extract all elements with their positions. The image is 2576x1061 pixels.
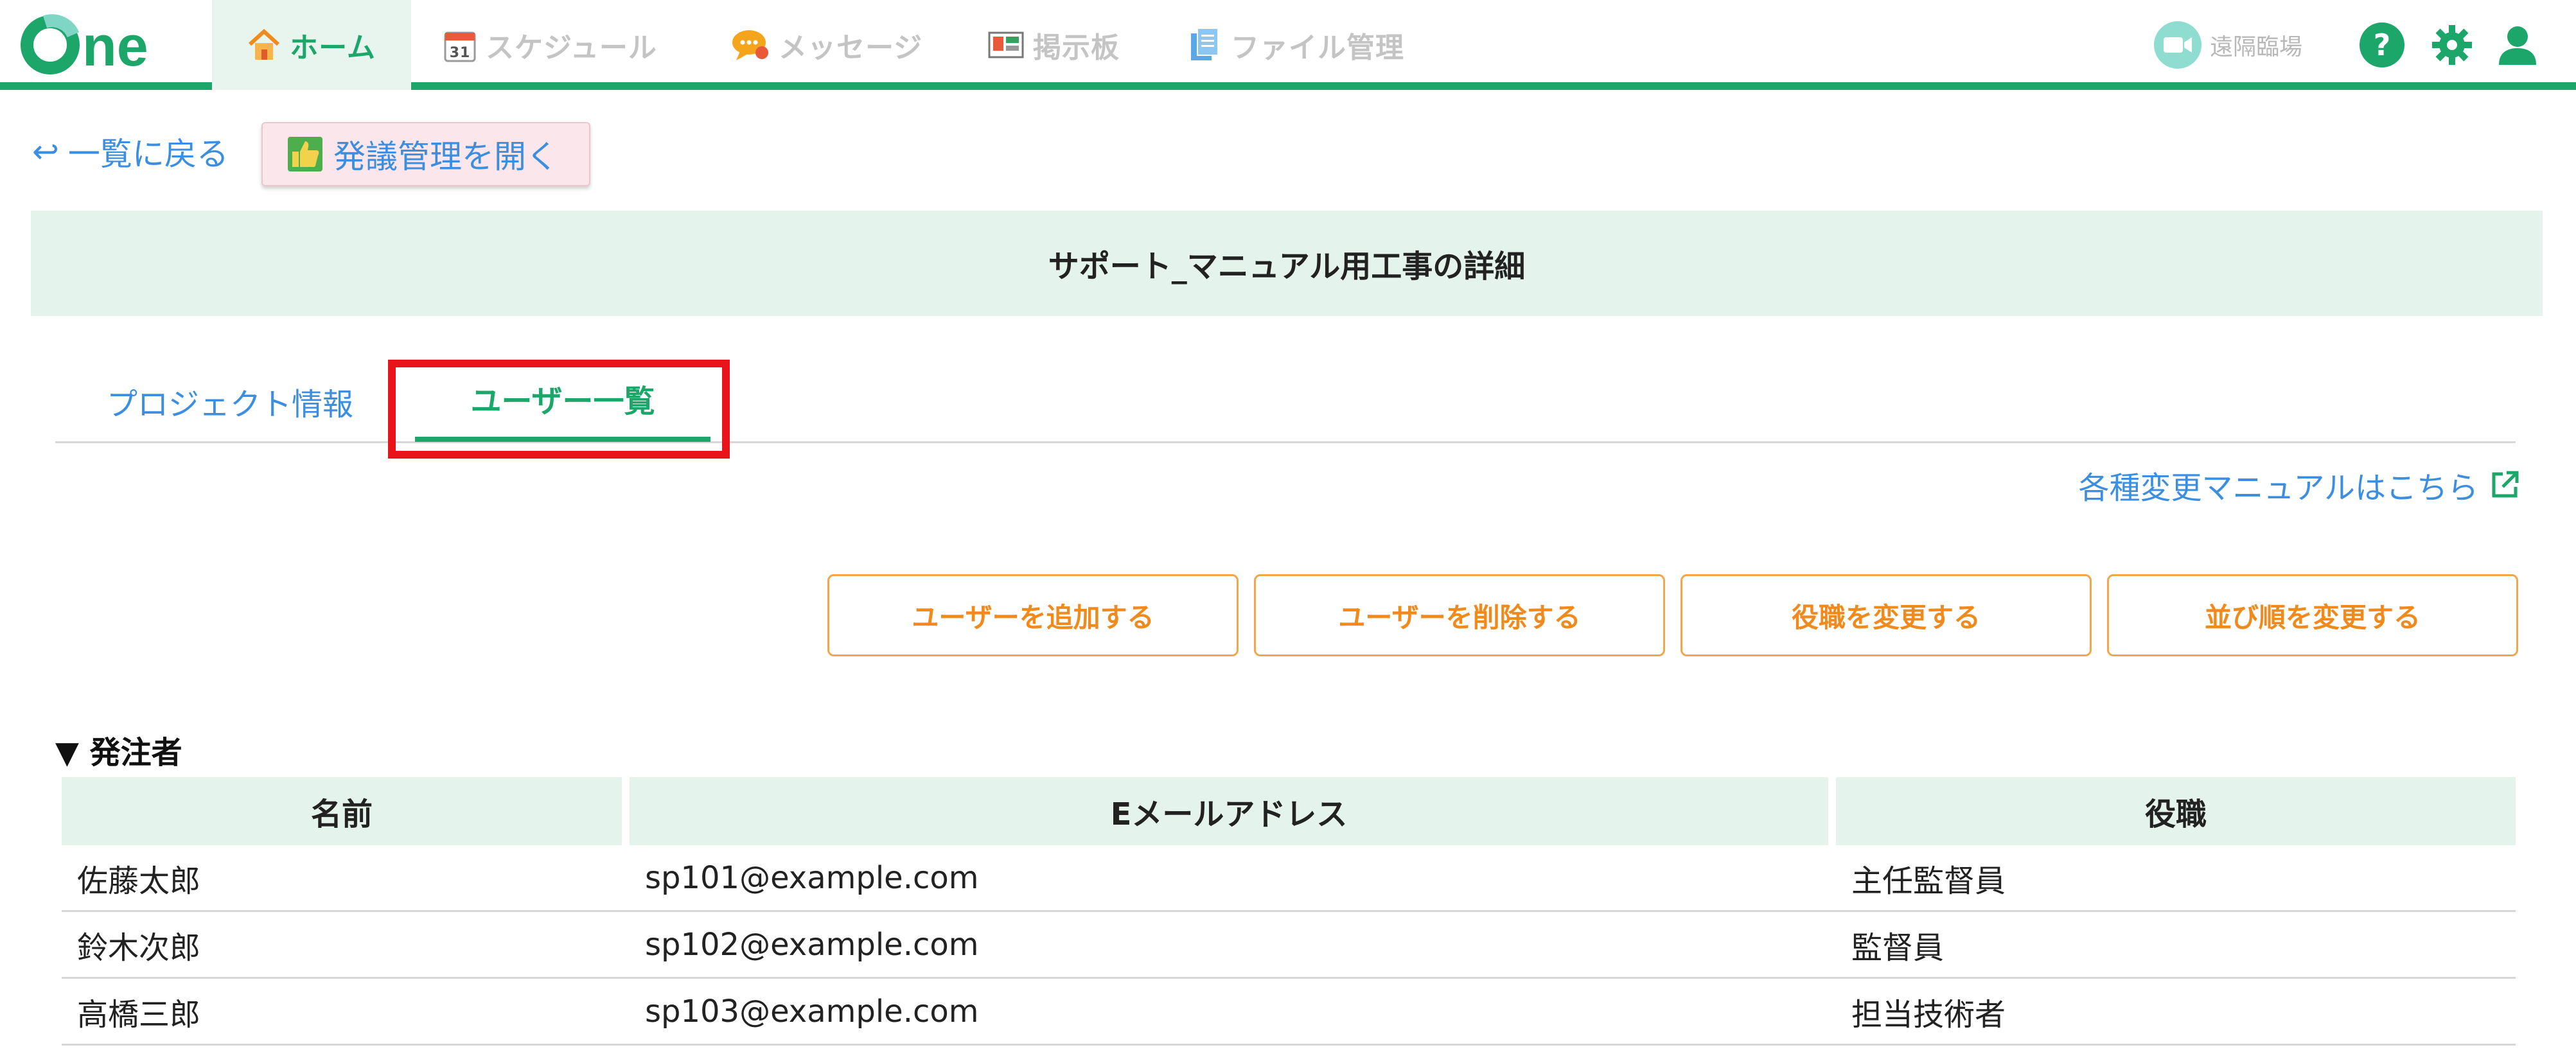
change-order-button-label: 並び順を変更する [2204,601,2421,633]
delete-user-button-label: ユーザーを削除する [1338,601,1581,633]
nav-board[interactable]: 掲示板 [988,0,1120,90]
user-email-cell: sp102@example.com [645,926,979,963]
nav-schedule-label: スケジュール [486,31,657,64]
table-row: 佐藤太郎 sp101@example.com 主任監督員 [62,845,2516,912]
user-name-cell: 佐藤太郎 [77,863,201,899]
nav-files[interactable]: ファイル管理 [1188,0,1404,90]
change-role-button[interactable]: 役職を変更する [1681,574,2092,656]
nav-message[interactable]: メッセージ [731,0,922,90]
section-orderer-label: 発注者 [89,735,182,771]
gear-icon[interactable] [2431,0,2473,90]
open-proposal-management-button[interactable]: 発議管理を開く [261,122,590,186]
add-user-button[interactable]: ユーザーを追加する [827,574,1239,656]
calendar-icon: 31 [443,28,477,62]
nav-schedule[interactable]: 31 スケジュール [443,0,657,90]
section-toggle-orderer[interactable]: ▼ 発注者 [55,727,182,772]
nav-home-label: ホーム [290,31,376,64]
table-row: 高橋三郎 sp103@example.com 担当技術者 [62,979,2516,1046]
file-icon [1188,27,1222,63]
thumbs-up-icon [287,136,323,172]
add-user-button-label: ユーザーを追加する [912,601,1154,633]
svg-text:ne: ne [82,14,148,78]
nav-board-label: 掲示板 [1033,31,1120,64]
nav-message-label: メッセージ [779,31,923,64]
nav-files-label: ファイル管理 [1231,31,1404,64]
external-link-icon [2490,470,2519,500]
nav-home[interactable]: ホーム [212,0,411,90]
top-navigation: ne ホーム 31 スケジュール メッセージ 掲示板 ファイル管理 遠隔臨場 ? [0,0,2576,90]
table-header-row: 名前 Eメールアドレス 役職 [62,777,2516,845]
column-header-role: 役職 [1836,777,2516,845]
user-name-cell: 鈴木次郎 [77,929,201,966]
tab-project-info[interactable]: プロジェクト情報 [107,360,353,443]
delete-user-button[interactable]: ユーザーを削除する [1254,574,1665,656]
svg-text:?: ? [2374,28,2391,62]
change-manual-link[interactable]: 各種変更マニュアルはこちら [2078,462,2519,507]
remote-inspection-button[interactable]: 遠隔臨場 [2153,0,2302,90]
back-to-list-link[interactable]: ↩ 一覧に戻る [32,128,229,175]
column-header-email: Eメールアドレス [630,777,1828,845]
page-title-banner: サポート_マニュアル用工事の詳細 [31,211,2543,316]
page-title: サポート_マニュアル用工事の詳細 [1048,249,1526,285]
change-manual-link-label: 各種変更マニュアルはこちら [2078,470,2478,506]
collapse-triangle-icon: ▼ [55,735,79,771]
change-role-button-label: 役職を変更する [1791,601,1981,633]
column-header-name: 名前 [62,777,622,845]
proposal-button-label: 発議管理を開く [333,138,558,175]
user-email-cell: sp103@example.com [645,993,979,1030]
house-icon [247,29,281,61]
user-role-cell: 主任監督員 [1851,863,2006,899]
calendar-day-label: 31 [450,45,471,61]
user-account-icon[interactable] [2496,0,2539,90]
tab-project-info-label: プロジェクト情報 [107,387,354,423]
user-email-cell: sp101@example.com [645,859,979,896]
user-name-cell: 高橋三郎 [77,996,201,1033]
user-role-cell: 監督員 [1851,929,1945,966]
remote-inspection-label: 遠隔臨場 [2210,34,2303,60]
highlight-annotation-box [388,360,730,459]
video-camera-icon [2153,21,2202,69]
user-role-cell: 担当技術者 [1851,996,2006,1033]
back-to-list-label: 一覧に戻る [67,136,229,173]
return-arrow-icon: ↩ [32,133,59,170]
one-logo[interactable]: ne [19,9,186,80]
user-table: 名前 Eメールアドレス 役職 佐藤太郎 sp101@example.com 主任… [62,777,2516,1046]
help-icon[interactable]: ? [2359,0,2405,90]
change-order-button[interactable]: 並び順を変更する [2107,574,2518,656]
table-row: 鈴木次郎 sp102@example.com 監督員 [62,912,2516,979]
board-icon [988,30,1024,60]
chat-bubble-icon [731,28,770,62]
